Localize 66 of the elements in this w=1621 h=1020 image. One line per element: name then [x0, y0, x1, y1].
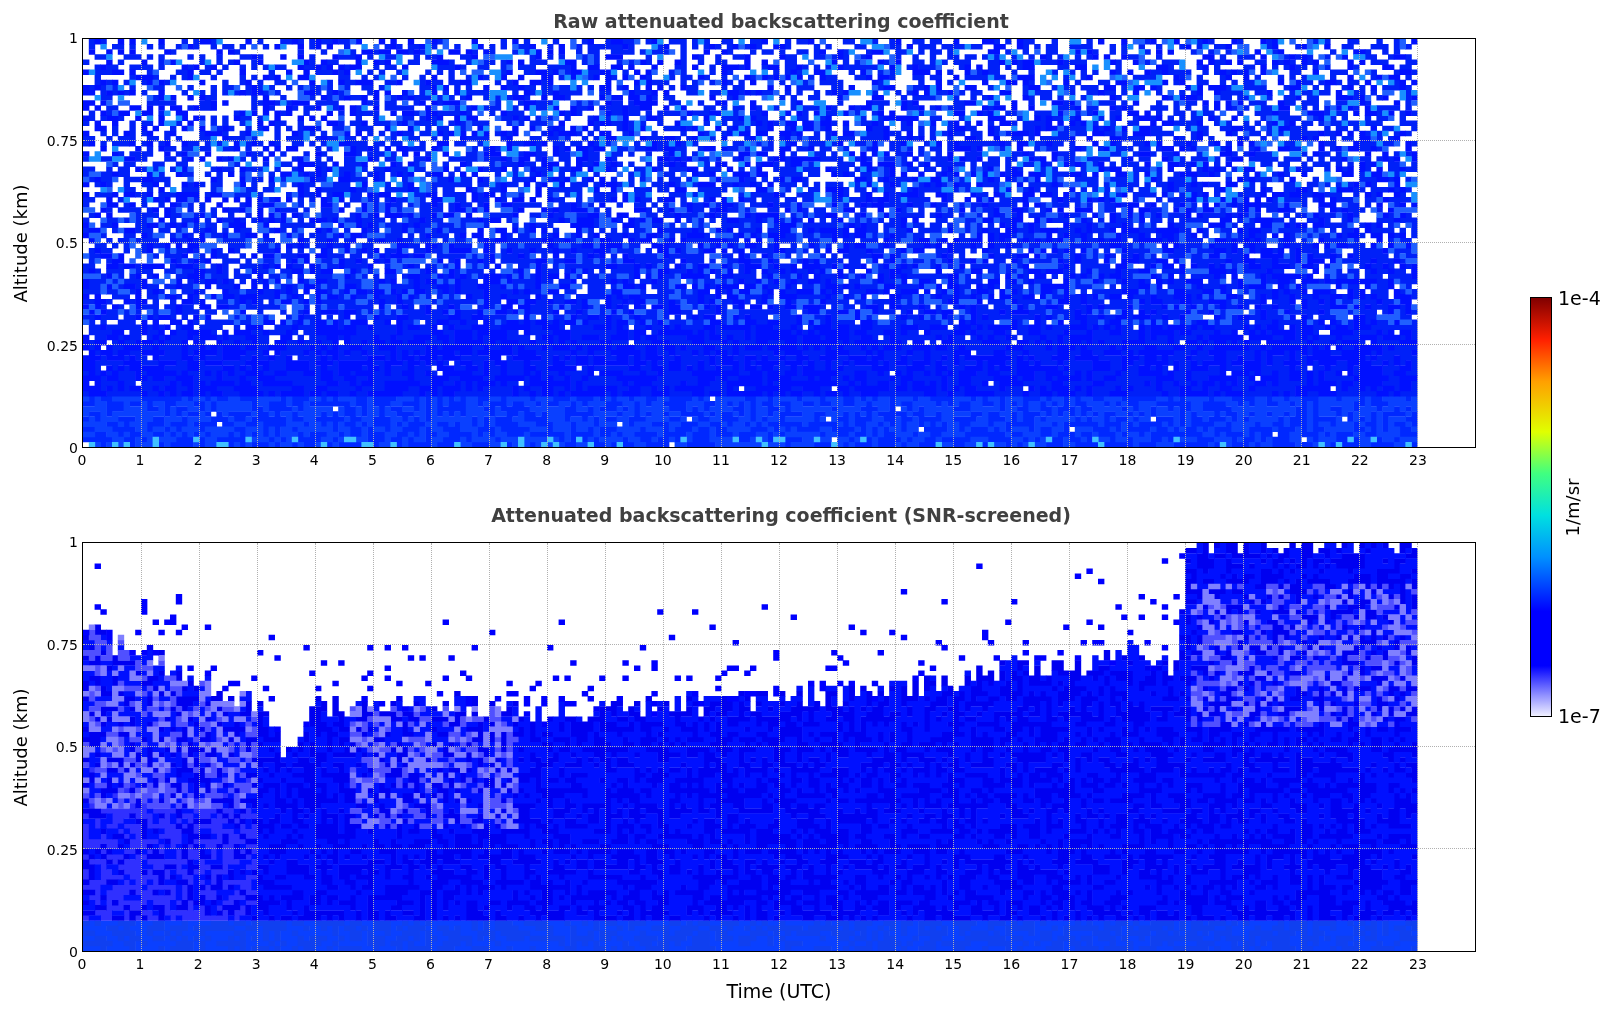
tick-label: 10 [653, 956, 672, 972]
tick-label: 4 [309, 452, 319, 468]
tick-label: 22 [1350, 452, 1369, 468]
tick-label: 15 [944, 956, 963, 972]
tick-label: 1 [69, 30, 78, 46]
tick-label: 6 [426, 452, 435, 468]
tick-label: 23 [1409, 452, 1427, 468]
tick-label: 0.25 [46, 841, 78, 858]
tick-label: 23 [1409, 956, 1427, 972]
tick-label: 17 [1060, 956, 1079, 972]
tick-label: 20 [1234, 956, 1253, 972]
tick-label: 15 [944, 452, 963, 468]
tick-label: 8 [542, 452, 552, 468]
tick-label: 1e-4 [1558, 287, 1601, 309]
tick-label: 0 [69, 440, 78, 456]
plot-title: Raw attenuated backscattering coefficient [552, 9, 1009, 34]
tick-label: 7 [484, 956, 494, 972]
tick-label: 10 [653, 452, 672, 468]
tick-label: 12 [770, 452, 788, 468]
tick-label: 3 [251, 956, 261, 972]
tick-label: 13 [828, 956, 846, 972]
colorbar-label: 1/m/sr [1562, 478, 1584, 536]
tick-label: 0.75 [46, 636, 78, 653]
axis-label: Altitude (km) [9, 687, 31, 807]
tick-label: 18 [1118, 956, 1137, 972]
tick-label: 11 [712, 956, 730, 972]
tick-label: 20 [1234, 452, 1253, 468]
tick-label: 0.25 [46, 337, 78, 354]
tick-label: 0 [69, 944, 78, 960]
tick-label: 13 [828, 452, 846, 468]
tick-label: 0 [77, 956, 87, 972]
tick-label: 4 [309, 956, 319, 972]
tick-label: 9 [600, 452, 610, 468]
tick-label: 0 [77, 452, 87, 468]
tick-label: 21 [1292, 956, 1311, 972]
tick-label: 1 [135, 956, 145, 972]
tick-label: 2 [193, 956, 203, 972]
tick-label: 1 [135, 452, 145, 468]
tick-label: 16 [1002, 956, 1021, 972]
tick-label: 9 [600, 956, 610, 972]
tick-label: 14 [886, 452, 905, 468]
tick-label: 2 [193, 452, 203, 468]
tick-label: 14 [886, 956, 905, 972]
tick-label: 11 [712, 452, 730, 468]
tick-label: 0.75 [46, 132, 78, 149]
tick-label: 22 [1350, 956, 1369, 972]
tick-label: 3 [251, 452, 261, 468]
tick-label: 16 [1002, 452, 1021, 468]
axis-label: Altitude (km) [9, 183, 31, 303]
tick-label: 19 [1176, 956, 1195, 972]
tick-label: 0.5 [55, 739, 78, 755]
tick-label: 12 [770, 956, 788, 972]
tick-label: 18 [1118, 452, 1137, 468]
tick-label: 21 [1292, 452, 1311, 468]
tick-label: 5 [367, 956, 377, 972]
tick-label: 0.5 [55, 235, 78, 251]
tick-label: 1e-7 [1558, 705, 1601, 727]
tick-label: 6 [426, 956, 435, 972]
plot-title: Attenuated backscattering coefficient (SNR-screened) [490, 503, 1071, 528]
tick-label: 7 [484, 452, 494, 468]
tick-label: 17 [1060, 452, 1079, 468]
tick-label: 8 [542, 956, 552, 972]
tick-label: 1 [69, 534, 78, 550]
tick-label: 19 [1176, 452, 1195, 468]
axis-label: Time (UTC) [725, 979, 833, 1004]
tick-label: 5 [367, 452, 377, 468]
